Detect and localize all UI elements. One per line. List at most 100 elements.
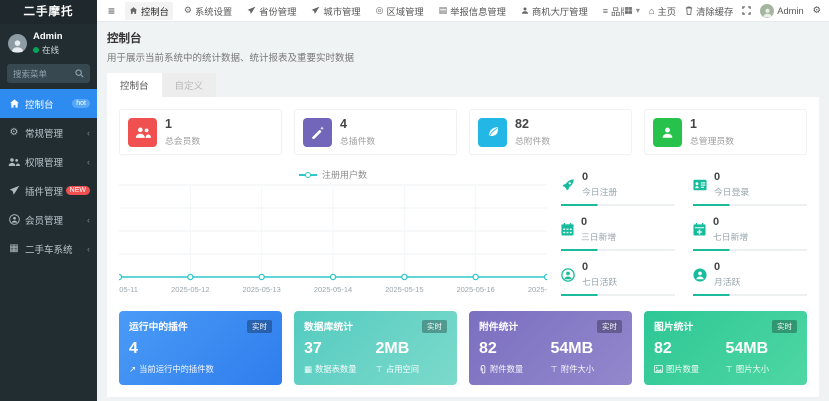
clear-cache-button[interactable]: 清除缓存 <box>685 4 733 18</box>
page-subtitle: 用于展示当前系统中的统计数据、统计报表及重要实时数据 <box>107 53 355 64</box>
sidebar-item-plugin[interactable]: 插件管理 new <box>0 176 97 205</box>
stat-value: 1 <box>165 117 172 131</box>
quick-stat-today-login: 0 今日登录 <box>693 171 807 209</box>
stat-label: 总插件数 <box>340 136 376 146</box>
nav-item-report-info[interactable]: ▤ 举报信息管理 <box>435 2 510 20</box>
users-icon <box>7 157 21 167</box>
sidebar-item-label: 二手车系统 <box>25 244 73 256</box>
quick-stat-7day-new: 0 七日新增 <box>693 216 807 254</box>
settings-gear-icon[interactable]: ⚙ <box>813 5 821 16</box>
user-circle-filled-icon <box>693 267 707 282</box>
members-icon <box>128 117 157 147</box>
nav-item-district[interactable]: ◎ 区域管理 <box>372 2 428 20</box>
nav-item-business-hall[interactable]: 商机大厅管理 <box>517 2 592 20</box>
hamburger-icon[interactable]: ≡ <box>105 4 118 18</box>
svg-text:2025-05-12: 2025-05-12 <box>171 285 209 294</box>
calendar-plus-icon <box>693 223 706 236</box>
progress-underline <box>693 204 807 206</box>
admin-user-icon <box>653 117 682 147</box>
chart-legend: 注册用户数 <box>298 168 368 181</box>
sidebar-item-general[interactable]: ⚙ 常规管理 ‹ <box>0 118 97 147</box>
progress-underline <box>693 249 807 251</box>
user-circle-icon <box>7 214 21 225</box>
quick-stat-today-register: 0 今日注册 <box>561 171 675 209</box>
progress-underline <box>561 204 675 206</box>
quick-stat-month-active: 0 月活跃 <box>693 261 807 299</box>
progress-underline <box>561 249 675 251</box>
sidebar-item-permission[interactable]: 权限管理 ‹ <box>0 147 97 176</box>
card-image-stats[interactable]: 图片统计 实时 82 图片数量 54MB ⊤ 图片大小 <box>644 311 807 385</box>
caret-down-icon: ▾ <box>635 6 640 15</box>
nav-item-city[interactable]: 城市管理 <box>307 2 364 20</box>
gears-icon: ⚙ <box>183 5 192 15</box>
nav-item-dashboard[interactable]: 控制台 <box>125 1 173 20</box>
magic-wand-icon <box>303 117 332 147</box>
card-running-plugins[interactable]: 运行中的插件 实时 4 ↗ 当前运行中的插件数 <box>119 311 282 385</box>
hot-badge: hot <box>72 99 90 108</box>
stats-row: 1 总会员数 4 总插件数 82 总附件数 1 总管理员数 <box>119 109 807 155</box>
sidebar-item-member[interactable]: 会员管理 ‹ <box>0 205 97 234</box>
user-name: Admin <box>33 31 63 42</box>
gears-icon: ⚙ <box>9 127 19 138</box>
svg-text:2025-05-16: 2025-05-16 <box>456 285 494 294</box>
size-icon: ⊤ <box>725 363 733 374</box>
stat-card-attachments: 82 总附件数 <box>469 109 632 155</box>
sidebar-item-label: 插件管理 <box>25 186 64 198</box>
username: Admin <box>777 5 804 16</box>
progress-underline <box>561 294 675 296</box>
grid-icon: ▦ <box>624 5 633 15</box>
nav-item-province[interactable]: 省份管理 <box>243 2 300 20</box>
sidebar-search <box>7 64 90 83</box>
nav-item-brand[interactable]: ≡品牌管理 <box>599 2 624 20</box>
quick-stat-7day-active: 0 七日活跃 <box>561 261 675 299</box>
stat-card-plugins: 4 总插件数 <box>294 109 457 155</box>
user-outline-icon <box>561 267 575 282</box>
sidebar-item-label: 控制台 <box>25 99 54 111</box>
content-tabs: 控制台 自定义 <box>107 73 819 97</box>
chevron-left-icon: ‹ <box>87 243 90 254</box>
list-icon: ≡ <box>602 5 609 16</box>
stat-value: 1 <box>690 117 697 131</box>
user-menu[interactable]: Admin <box>760 3 804 18</box>
realtime-badge: 实时 <box>597 319 622 333</box>
card-attachment-stats[interactable]: 附件统计 实时 82 附件数量 54MB ⊤ 附件大小 <box>469 311 632 385</box>
quick-stats-grid: 0 今日注册 0 今日登录 0 三日新增 0 七日新增 0 七日活跃 0 月活跃 <box>561 167 807 299</box>
legend-label: 注册用户数 <box>321 170 368 180</box>
size-icon: ⊤ <box>375 363 383 374</box>
stat-card-admins: 1 总管理员数 <box>644 109 807 155</box>
tab-dashboard[interactable]: 控制台 <box>107 73 162 97</box>
stat-label: 总附件数 <box>515 136 551 146</box>
progress-underline <box>693 294 807 296</box>
realtime-badge: 实时 <box>247 319 272 333</box>
compass-icon: ◎ <box>375 5 384 15</box>
search-icon[interactable] <box>75 69 84 78</box>
chevron-left-icon: ‹ <box>87 214 90 225</box>
card-icon: ▤ <box>438 5 448 15</box>
nav-item-system-settings[interactable]: ⚙ 系统设置 <box>180 2 236 20</box>
tab-custom[interactable]: 自定义 <box>161 73 217 97</box>
summary-cards-row: 运行中的插件 实时 4 ↗ 当前运行中的插件数 数据库统计 实时 37 ▦ 数据表数量 … <box>119 311 807 385</box>
svg-text:2025-05-11: 2025-05-11 <box>119 285 138 294</box>
home-link[interactable]: ⌂ 主页 <box>649 4 676 18</box>
trend-up-icon: ↗ <box>129 363 137 374</box>
dashboard-panel: 1 总会员数 4 总插件数 82 总附件数 1 总管理员数 注册用户数 05-1… <box>107 97 819 397</box>
fullscreen-button[interactable] <box>742 6 751 15</box>
stat-card-members: 1 总会员数 <box>119 109 282 155</box>
table-icon: ▦ <box>304 363 313 374</box>
search-input[interactable] <box>13 68 75 79</box>
sidebar-item-usedcar[interactable]: ▦ 二手车系统 ‹ <box>0 234 97 263</box>
apps-dropdown[interactable]: ▦ ▾ <box>624 5 640 16</box>
sidebar-item-dashboard[interactable]: 控制台 hot <box>0 89 97 118</box>
size-icon: ⊤ <box>550 363 558 374</box>
realtime-badge: 实时 <box>772 319 797 333</box>
quick-stat-3day-new: 0 三日新增 <box>561 216 675 254</box>
stat-label: 总会员数 <box>165 136 201 146</box>
main-content: 控制台 用于展示当前系统中的统计数据、统计报表及重要实时数据 控制台 自定义 1… <box>97 22 829 401</box>
svg-text:2025-05-13: 2025-05-13 <box>242 285 280 294</box>
dashboard-icon <box>7 98 21 109</box>
card-database-stats[interactable]: 数据库统计 实时 37 ▦ 数据表数量 2MB ⊤ 占用空间 <box>294 311 457 385</box>
svg-text:2025-05-15: 2025-05-15 <box>385 285 423 294</box>
image-icon <box>654 365 663 373</box>
registered-users-chart: 注册用户数 2025-05-11 2025-05-12 2025-05-13 2025… <box>119 167 547 299</box>
chevron-left-icon: ‹ <box>87 156 90 167</box>
